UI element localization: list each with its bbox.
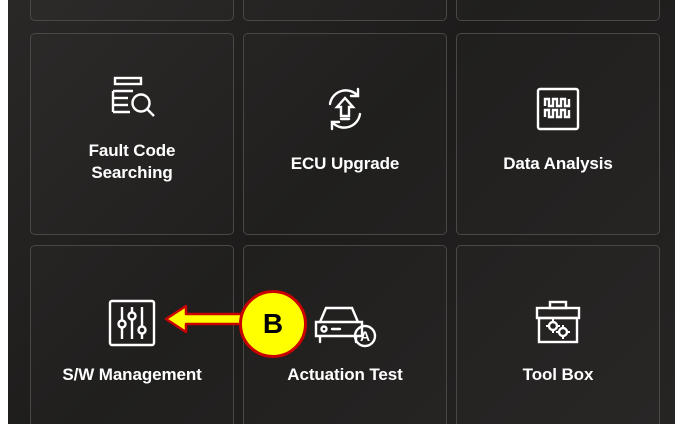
fault-code-searching-tile[interactable]: Fault Code Searching — [30, 33, 234, 235]
tool-box-label: Tool Box — [522, 365, 594, 384]
actuation-test-label: Actuation Test — [287, 365, 403, 384]
svg-text:A: A — [360, 328, 370, 344]
data-analysis-tile[interactable]: Data Analysis — [456, 33, 660, 235]
tool-box-icon — [535, 300, 581, 344]
sw-management-label: S/W Management — [62, 365, 202, 384]
ecu-upgrade-icon — [328, 87, 362, 131]
fault-code-search-icon — [111, 76, 155, 117]
menu-tile-partial-middle[interactable] — [243, 0, 447, 21]
menu-tile-partial-right[interactable] — [456, 0, 660, 21]
callout-badge: B — [239, 290, 307, 358]
data-analysis-icon — [536, 87, 580, 131]
data-analysis-label: Data Analysis — [503, 154, 613, 173]
sw-management-icon — [108, 299, 156, 347]
ecu-upgrade-label: ECU Upgrade — [290, 154, 400, 173]
menu-tile-partial-left[interactable] — [30, 0, 234, 21]
actuation-test-icon: A — [314, 306, 377, 348]
fault-code-searching-label: Fault Code Searching — [88, 141, 176, 182]
ecu-upgrade-tile[interactable]: ECU Upgrade — [243, 33, 447, 235]
main-menu-screen: Fault Code Searching ECU Upgrade Data An… — [8, 0, 675, 424]
tool-box-tile[interactable]: Tool Box — [456, 245, 660, 424]
callout-arrow-icon — [164, 304, 250, 334]
